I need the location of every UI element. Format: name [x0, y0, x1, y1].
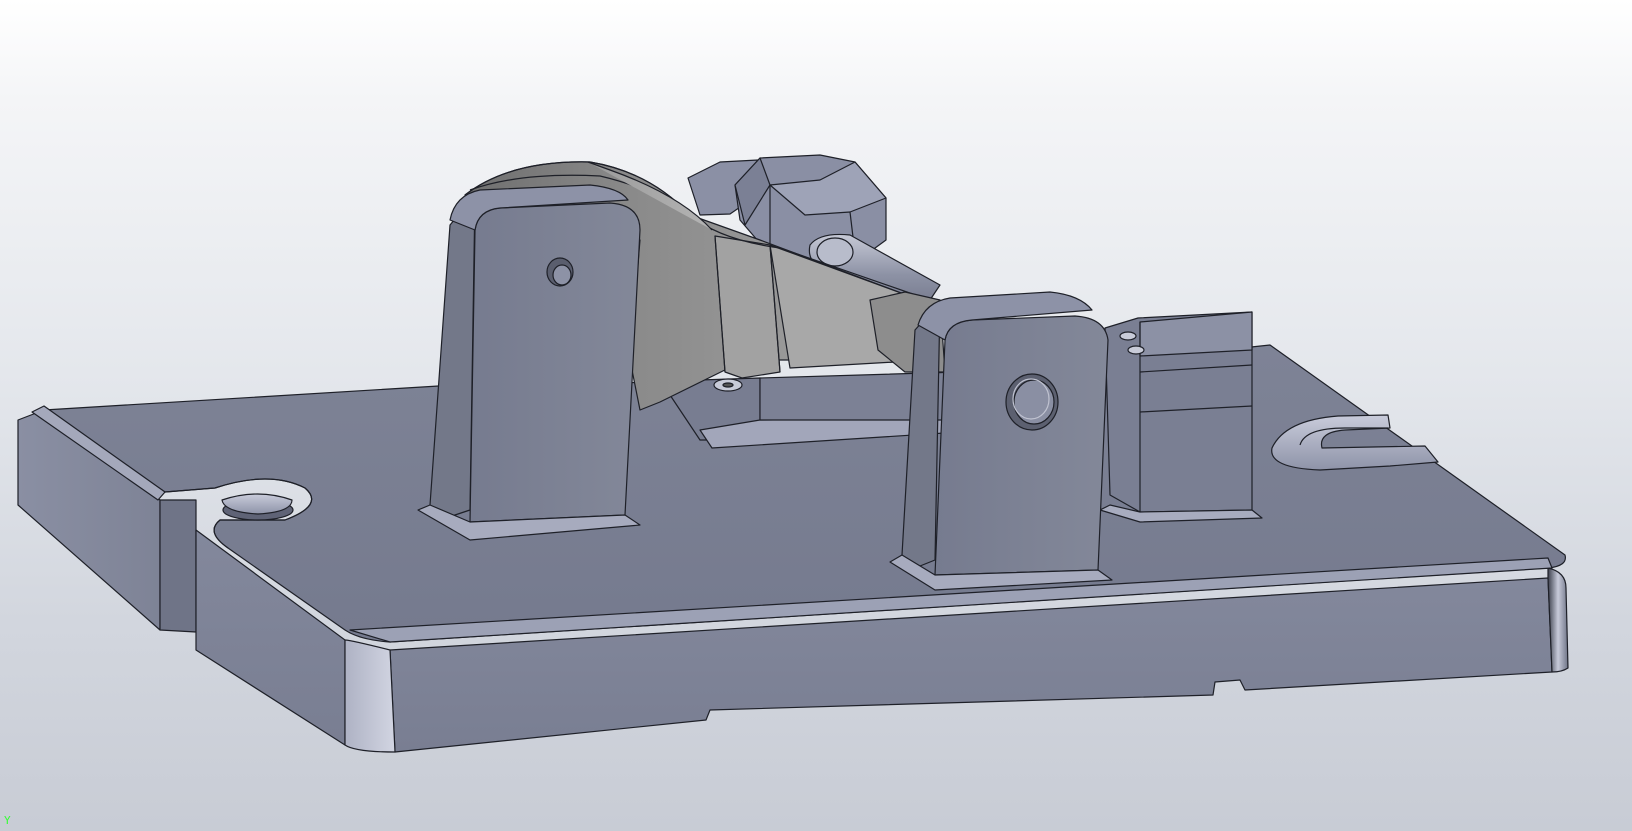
plate-corner-left [344, 639, 396, 753]
right-post[interactable] [889, 291, 1113, 591]
left-post[interactable] [417, 184, 641, 541]
cad-model-view[interactable] [0, 0, 1632, 831]
plate-corner-right [1547, 567, 1569, 673]
axis-triad-label: Y [4, 814, 11, 827]
3d-viewport[interactable]: Y [0, 0, 1632, 831]
plate-notch-face [159, 499, 197, 633]
stop-block[interactable] [1099, 311, 1263, 523]
